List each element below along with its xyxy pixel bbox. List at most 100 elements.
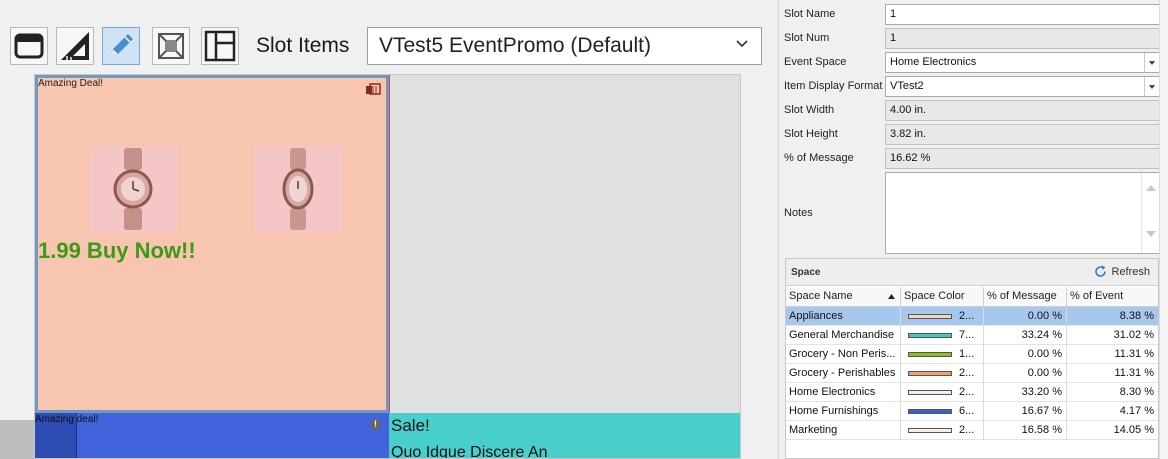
space-color-cell: 7...	[901, 326, 984, 345]
space-name-cell: General Merchandise	[786, 326, 901, 345]
app-window: Slot Items VTest5 EventPromo (Default) A…	[0, 0, 1168, 459]
properties-panel: Slot Name 1 Slot Num 1 Event Space Home …	[778, 0, 1168, 459]
slot-items-select-value: VTest5 EventPromo (Default)	[379, 34, 651, 57]
slot-3-body: Quo Idque Discere An	[391, 444, 548, 459]
window-layout-button[interactable]	[10, 27, 48, 65]
pct-event-cell: 11.31 %	[1114, 367, 1154, 379]
space-grid: Space Refresh Space Name Space Color % o…	[785, 258, 1159, 459]
item-display-format-value: VTest2	[890, 80, 924, 92]
item-display-format-label: Item Display Format	[784, 80, 883, 92]
column-header-space-color[interactable]: Space Color	[901, 287, 984, 307]
refresh-icon	[1095, 265, 1107, 277]
space-name-cell: Home Furnishings	[786, 402, 901, 421]
color-swatch	[908, 371, 952, 376]
event-space-value: Home Electronics	[890, 56, 977, 68]
table-row[interactable]: Marketing 2... 16.58 % 14.05 %	[786, 421, 1158, 440]
item-display-format-select[interactable]: VTest2	[885, 76, 1160, 97]
column-header-space-name[interactable]: Space Name	[786, 287, 901, 307]
space-color-cell: 2...	[901, 307, 984, 326]
pct-event-cell: 11.31 %	[1114, 348, 1154, 360]
space-name-cell: Appliances	[786, 307, 901, 326]
pct-message-field: 16.62 %	[885, 148, 1160, 169]
slot-items-label: Slot Items	[256, 34, 350, 57]
panel-scrollbar[interactable]	[1159, 0, 1168, 459]
slot-num-label: Slot Num	[784, 32, 830, 44]
color-text: 2...	[959, 367, 975, 379]
pct-event-cell: 8.38 %	[1119, 310, 1154, 322]
pct-event-cell: 31.02 %	[1113, 329, 1154, 341]
table-row[interactable]: Grocery - Non Peris... 1... 0.00 % 11.31 %	[786, 345, 1158, 364]
space-color-cell: 2...	[901, 383, 984, 402]
color-text: 7...	[959, 329, 975, 341]
color-text: 1...	[959, 348, 975, 360]
panel-layout-button[interactable]	[201, 27, 239, 65]
notes-scrollbar[interactable]	[1141, 173, 1159, 253]
space-grid-columns: Space Name Space Color % of Message % of…	[786, 287, 1158, 307]
color-swatch	[908, 352, 952, 357]
layout-canvas[interactable]: Amazing Deal! 1.99 Buy Now!! Amazing dea…	[34, 74, 741, 459]
scroll-up-icon[interactable]	[1146, 185, 1156, 191]
notes-textarea[interactable]	[885, 172, 1160, 254]
color-swatch	[908, 428, 952, 433]
color-text: 2...	[959, 386, 975, 398]
left-strip	[0, 420, 34, 459]
space-name-cell: Grocery - Non Peris...	[786, 345, 901, 364]
slot-name-field[interactable]: 1	[885, 4, 1160, 25]
slot-3-heading: Sale!	[391, 416, 430, 435]
slot-3[interactable]: Sale! Quo Idque Discere An	[389, 413, 740, 459]
pct-message-label: % of Message	[784, 152, 854, 164]
refresh-button[interactable]: Refresh	[1094, 265, 1150, 278]
slot-items-select[interactable]: VTest5 EventPromo (Default)	[367, 27, 762, 65]
scroll-down-icon[interactable]	[1146, 231, 1156, 237]
dropdown-arrow-icon[interactable]	[1144, 77, 1159, 96]
space-grid-header: Space Refresh	[786, 259, 1158, 286]
copy-icon[interactable]	[365, 83, 381, 95]
slot-height-label: Slot Height	[784, 128, 838, 140]
chevron-down-icon	[736, 40, 748, 48]
pct-message-cell: 33.24 %	[984, 326, 1067, 345]
fit-expand-button[interactable]	[152, 27, 190, 65]
pct-message-cell: 0.00 %	[984, 345, 1067, 364]
triangle-ruler-icon	[61, 32, 89, 60]
color-swatch	[908, 333, 952, 338]
refresh-label: Refresh	[1111, 265, 1150, 278]
event-space-select[interactable]: Home Electronics	[885, 52, 1160, 73]
pct-event-cell: 8.30 %	[1119, 386, 1154, 398]
color-text: 2...	[959, 424, 975, 436]
column-header-pct-message[interactable]: % of Message	[984, 287, 1067, 307]
product-image-watch-1	[90, 146, 178, 232]
triangle-ruler-button[interactable]	[56, 27, 94, 65]
panel-layout-icon	[204, 30, 236, 62]
event-space-label: Event Space	[784, 56, 847, 68]
color-text: 6...	[959, 405, 975, 417]
toolbar: Slot Items VTest5 EventPromo (Default)	[0, 0, 778, 74]
fit-expand-icon	[158, 33, 184, 59]
slot-name-label: Slot Name	[784, 8, 836, 20]
pct-message-cell: 16.67 %	[984, 402, 1067, 421]
space-name-cell: Home Electronics	[786, 383, 901, 402]
dropdown-arrow-icon[interactable]	[1144, 53, 1159, 72]
table-row[interactable]: Grocery - Perishables 2... 0.00 % 11.31 %	[786, 364, 1158, 383]
color-swatch	[908, 409, 952, 414]
sort-ascending-icon	[888, 294, 895, 299]
space-color-cell: 1...	[901, 345, 984, 364]
space-color-cell: 2...	[901, 421, 984, 440]
slot-height-field: 3.82 in.	[885, 124, 1160, 145]
table-row[interactable]: General Merchandise 7... 33.24 % 31.02 %	[786, 326, 1158, 345]
pct-message-cell: 33.20 %	[984, 383, 1067, 402]
alert-icon[interactable]: !	[370, 419, 381, 430]
notes-label: Notes	[784, 207, 813, 219]
slot-2[interactable]: Amazing deal! !	[35, 413, 389, 458]
table-row[interactable]: Home Electronics 2... 33.20 % 8.30 %	[786, 383, 1158, 402]
window-layout-icon	[14, 33, 44, 59]
column-header-pct-event[interactable]: % of Event	[1067, 287, 1158, 307]
slot-1-tag: Amazing Deal!	[38, 78, 104, 89]
slot-1[interactable]: Amazing Deal! 1.99 Buy Now!!	[35, 75, 390, 414]
pct-message-cell: 0.00 %	[984, 364, 1067, 383]
color-swatch	[908, 314, 952, 319]
space-name-cell: Grocery - Perishables	[786, 364, 901, 383]
table-row[interactable]: Home Furnishings 6... 16.67 % 4.17 %	[786, 402, 1158, 421]
table-row[interactable]: Appliances 2... 0.00 % 8.38 %	[786, 307, 1158, 326]
slot-2-tag: Amazing deal!	[35, 414, 99, 425]
pencil-edit-button[interactable]	[102, 27, 140, 65]
